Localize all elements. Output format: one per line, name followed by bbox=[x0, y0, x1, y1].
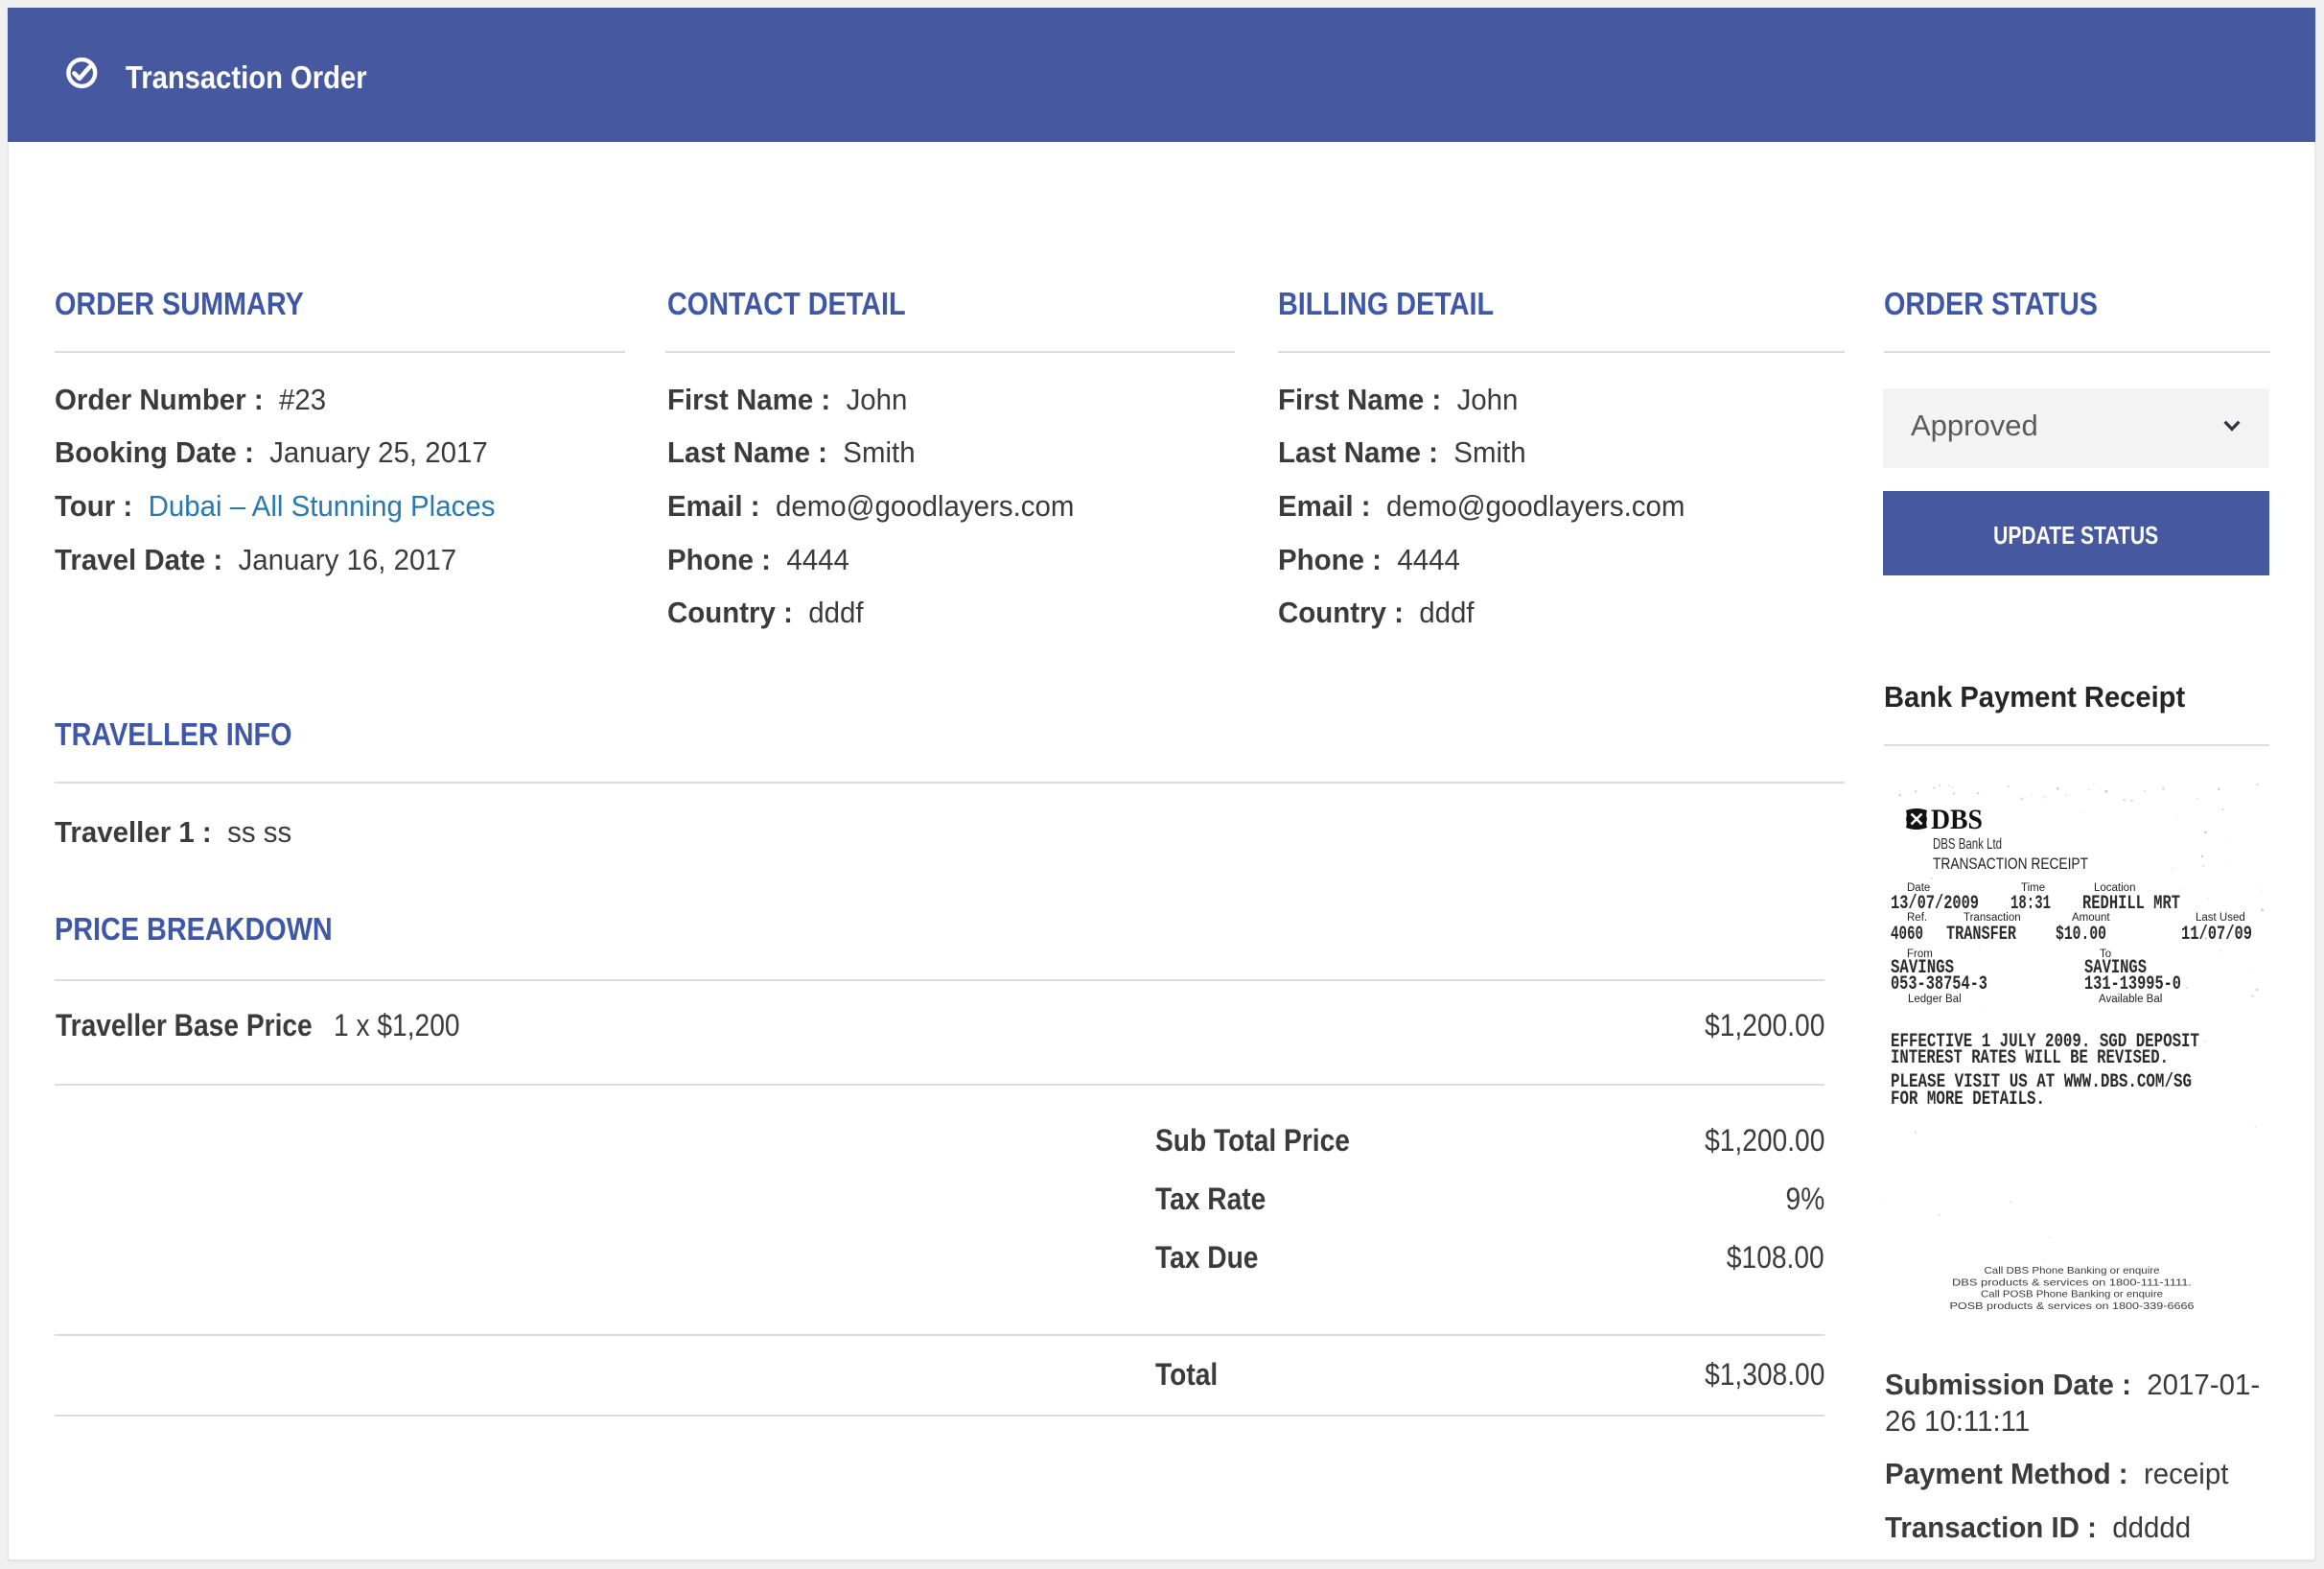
svg-text:DBS: DBS bbox=[1931, 804, 1983, 835]
svg-text:Ref.: Ref. bbox=[1907, 912, 1927, 924]
svg-text:TRANSFER: TRANSFER bbox=[1946, 924, 2016, 946]
svg-text:FOR MORE DETAILS.: FOR MORE DETAILS. bbox=[1891, 1089, 2045, 1111]
svg-text:INTEREST RATES WILL BE REVISED: INTEREST RATES WILL BE REVISED. bbox=[1891, 1047, 2169, 1069]
svg-text:Available Bal: Available Bal bbox=[2099, 994, 2162, 1005]
svg-text:Ledger Bal: Ledger Bal bbox=[1908, 994, 1962, 1005]
svg-text:131-13995-0: 131-13995-0 bbox=[2084, 973, 2181, 995]
svg-text:TRANSACTION RECEIPT: TRANSACTION RECEIPT bbox=[1933, 855, 2088, 873]
svg-text:053-38754-3: 053-38754-3 bbox=[1891, 973, 1987, 995]
svg-text:Last Used: Last Used bbox=[2196, 912, 2245, 924]
svg-text:Call POSB Phone Banking or enq: Call POSB Phone Banking or enquire bbox=[1981, 1289, 2163, 1300]
svg-text:$10.00: $10.00 bbox=[2056, 924, 2106, 946]
svg-text:POSB products & services on 18: POSB products & services on 1800-339-666… bbox=[1950, 1300, 2195, 1312]
svg-text:DBS Bank Ltd: DBS Bank Ltd bbox=[1933, 836, 2002, 853]
svg-text:Call DBS Phone Banking or enqu: Call DBS Phone Banking or enquire bbox=[1985, 1265, 2160, 1276]
svg-text:4060: 4060 bbox=[1891, 924, 1923, 946]
svg-text:DBS products & services on 180: DBS products & services on 1800-111-1111… bbox=[1952, 1277, 2192, 1289]
svg-text:Amount: Amount bbox=[2072, 912, 2110, 924]
svg-text:Transaction: Transaction bbox=[1964, 912, 2021, 924]
